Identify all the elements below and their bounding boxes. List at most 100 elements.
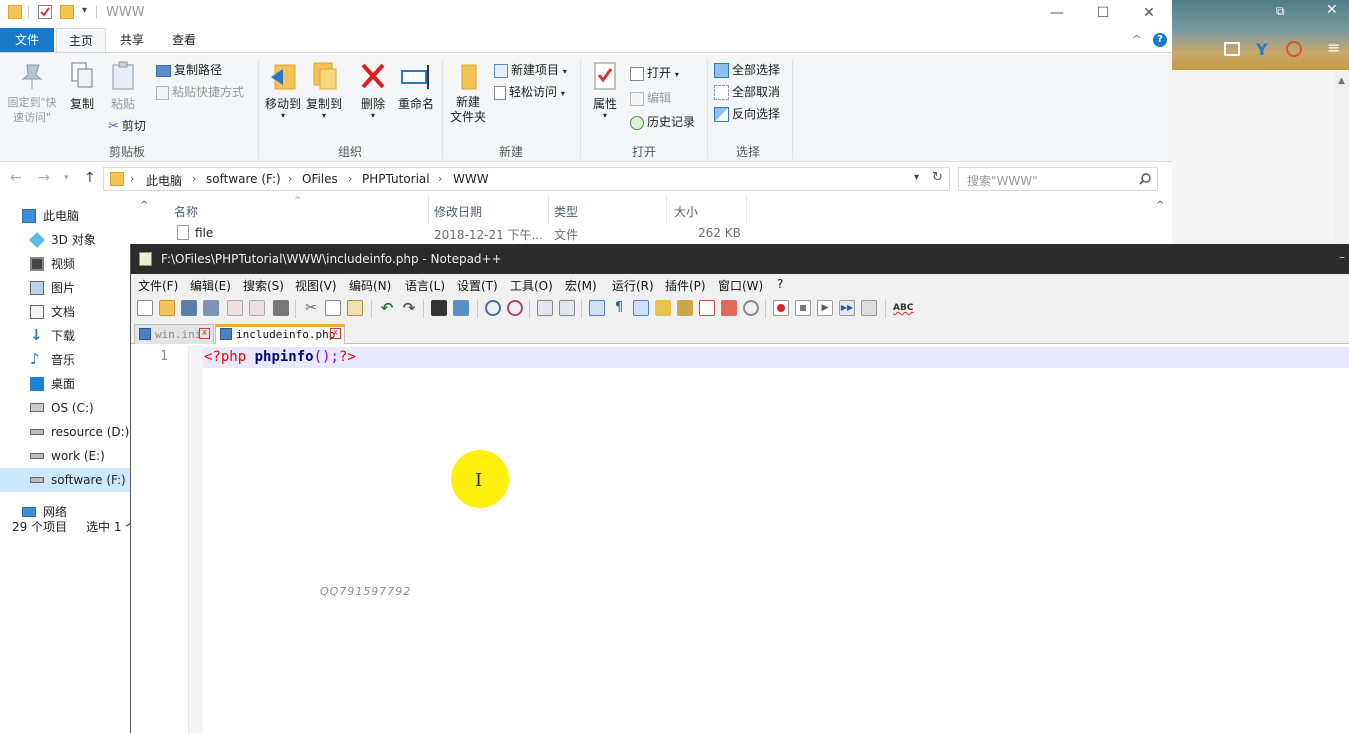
tab-home[interactable]: 主页 [56,28,107,52]
history-button[interactable]: 历史记录 [630,112,695,132]
spell-check-icon[interactable]: ABC [893,300,915,316]
search-input[interactable]: 搜索"WWW" [958,167,1158,191]
nav-item-drive-d[interactable]: resource (D:) [0,420,132,444]
recent-locations-icon[interactable]: ▾ [64,173,69,183]
book-icon[interactable] [1224,42,1240,56]
menu-window[interactable]: 窗口(W) [718,277,763,294]
properties-quick-icon[interactable] [38,5,52,19]
word-wrap-icon[interactable] [589,300,605,316]
menu-file[interactable]: 文件(F) [138,277,178,294]
minimize-button[interactable]: – [1339,250,1345,264]
menu-macro[interactable]: 宏(M) [565,277,597,294]
zoom-in-icon[interactable] [485,300,501,316]
nav-item-documents[interactable]: 文档 [0,300,132,324]
minimize-button[interactable]: — [1034,2,1080,24]
menu-run[interactable]: 运行(R) [612,277,654,294]
open-button[interactable]: 打开 ▾ [630,63,679,83]
scroll-up-icon[interactable]: ^ [1156,200,1164,211]
breadcrumb-chevron-icon[interactable]: › [438,172,442,185]
paste-icon[interactable] [347,300,363,316]
breadcrumb-item[interactable]: OFiles [302,172,338,186]
column-header-size[interactable]: 大小 [674,203,698,220]
edit-button[interactable]: 编辑 [630,88,671,108]
close-all-icon[interactable] [249,300,265,316]
breadcrumb-chevron-icon[interactable]: › [288,172,292,185]
breadcrumb-item[interactable]: software (F:) [206,172,281,186]
copy-to-button[interactable]: 复制到 ▾ [304,61,344,120]
column-header-date[interactable]: 修改日期 [434,203,482,220]
save-icon[interactable] [181,300,197,316]
folder-as-workspace-icon[interactable] [721,300,737,316]
new-file-icon[interactable] [137,300,153,316]
save-all-icon[interactable] [203,300,219,316]
back-arrow-icon[interactable]: ← [10,170,22,186]
cut-button[interactable]: ✂ 剪切 [108,116,146,136]
up-arrow-icon[interactable]: ↑ [84,170,96,186]
column-header-name[interactable]: 名称 [174,203,198,220]
pin-quick-access-button[interactable]: 固定到"快 速访问" [4,61,60,125]
close-icon[interactable]: ✕ [1326,2,1338,18]
maximize-button[interactable]: ☐ [1080,2,1126,24]
play-macro-icon[interactable]: ▶ [817,300,833,316]
replace-icon[interactable] [453,300,469,316]
menu-view[interactable]: 视图(V) [295,277,337,294]
print-icon[interactable] [273,300,289,316]
breadcrumb-item[interactable]: WWW [453,172,489,186]
menu-edit[interactable]: 编辑(E) [190,277,231,294]
paste-button[interactable]: 粘贴 [106,61,140,112]
tab-view[interactable]: 查看 [160,28,208,52]
nav-scroll-up-icon[interactable]: ^ [140,200,148,211]
open-file-icon[interactable] [159,300,175,316]
breadcrumb-chevron-icon[interactable]: › [130,172,134,185]
rename-button[interactable]: 重命名 [396,61,436,112]
close-file-icon[interactable] [227,300,243,316]
properties-button[interactable]: 属性 ▾ [588,61,622,120]
code-editor[interactable]: 1 <?php phpinfo();?> [131,345,1349,733]
stop-macro-icon[interactable] [795,300,811,316]
select-none-button[interactable]: 全部取消 [714,82,780,102]
nav-item-music[interactable]: ♪ 音乐 [0,348,132,372]
delete-button[interactable]: 删除 ▾ [356,61,390,120]
monitoring-icon[interactable] [743,300,759,316]
run-macro-multiple-icon[interactable]: ▶▶ [839,300,855,316]
select-all-button[interactable]: 全部选择 [714,60,780,80]
show-all-chars-icon[interactable]: ¶ [611,300,627,316]
indent-guide-icon[interactable] [633,300,649,316]
nav-item-downloads[interactable]: ↓ 下载 [0,324,132,348]
tab-close-icon[interactable]: x [330,328,341,339]
forward-arrow-icon[interactable]: → [38,170,50,186]
restore-window-icon[interactable]: ⧉ [1276,4,1285,19]
menu-settings[interactable]: 设置(T) [457,277,498,294]
breadcrumb-item[interactable]: 此电脑 [146,172,182,189]
code-line[interactable]: <?php phpinfo();?> [204,349,356,365]
easy-access-button[interactable]: 轻松访问 ▾ [494,82,565,102]
doc-map-icon[interactable] [677,300,693,316]
help-icon[interactable]: ? [1153,33,1167,47]
quick-access-dropdown-icon[interactable]: ▾ [82,5,87,16]
language-icon[interactable] [655,300,671,316]
block-icon[interactable] [1286,41,1302,57]
function-list-icon[interactable] [699,300,715,316]
nav-item-drive-c[interactable]: OS (C:) [0,396,132,420]
address-dropdown-icon[interactable]: ▾ [914,172,919,183]
collapse-ribbon-icon[interactable]: ^ [1132,33,1141,46]
menu-icon[interactable]: ≡ [1327,38,1340,57]
menu-help[interactable]: ? [777,277,783,291]
nav-item-this-pc[interactable]: 此电脑 [0,204,132,228]
tab-includeinfo-php[interactable]: includeinfo.php x [215,324,345,344]
tab-win-ini[interactable]: win.ini x [134,324,214,344]
nav-item-videos[interactable]: 视频 [0,252,132,276]
copy-icon[interactable] [325,300,341,316]
menu-plugins[interactable]: 插件(P) [665,277,706,294]
invert-selection-button[interactable]: 反向选择 [714,104,780,124]
new-folder-quick-icon[interactable] [60,5,74,19]
scroll-up-icon[interactable]: ▲ [1338,76,1345,86]
nav-item-pictures[interactable]: 图片 [0,276,132,300]
record-macro-icon[interactable] [773,300,789,316]
paste-shortcut-button[interactable]: 粘贴快捷方式 [156,82,244,102]
breadcrumb-chevron-icon[interactable]: › [348,172,352,185]
breadcrumb-item[interactable]: PHPTutorial [362,172,430,186]
sync-vertical-icon[interactable] [537,300,553,316]
tab-file[interactable]: 文件 [0,28,54,52]
y-logo-icon[interactable]: Y [1256,40,1268,59]
